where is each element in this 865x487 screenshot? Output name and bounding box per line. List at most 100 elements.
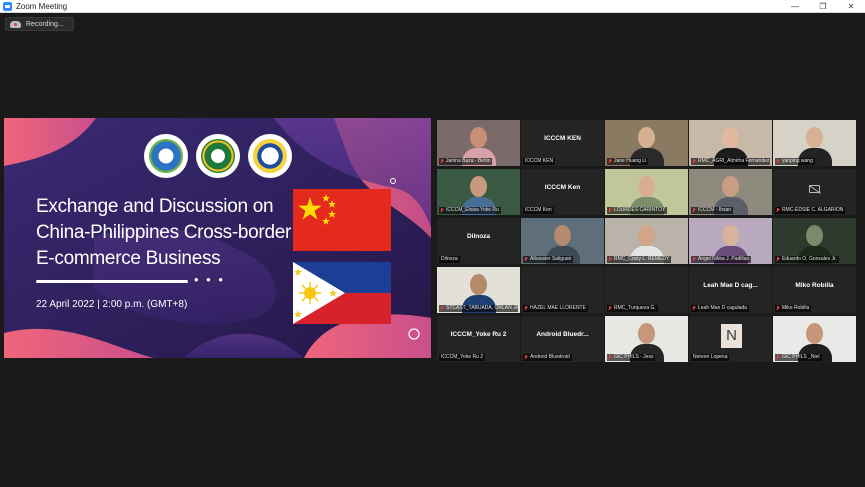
minimize-button[interactable]: —: [781, 0, 809, 13]
participant-face: [722, 225, 739, 246]
participant-name: Eduardo O. Gonzales Jr.: [775, 256, 839, 263]
participant-name: Angel Nikka J. Padillas: [691, 256, 751, 263]
window-title: Zoom Meeting: [16, 1, 68, 11]
participant-tile[interactable]: RMC_Cristy L. REMEDY: [605, 218, 688, 264]
participant-face: [638, 176, 655, 197]
participant-tile[interactable]: RMC_AGRI_Almirha Fernandez: [689, 120, 772, 166]
participant-tile[interactable]: Leah Mae D cag... Leah Mae D cagulada: [689, 267, 772, 313]
participant-face: [470, 176, 487, 197]
participant-tile[interactable]: ICCCM KEN ICCCM KEN: [521, 120, 604, 166]
participant-face: [638, 225, 655, 246]
participant-display-name: ICCCM_Yoke Ru 2: [450, 331, 507, 338]
muted-mic-icon: [776, 306, 780, 311]
participant-name: yanping wang: [775, 158, 815, 165]
muted-mic-icon: [692, 208, 696, 213]
muted-mic-icon: [524, 355, 528, 360]
organization-logo-3: [248, 134, 292, 178]
participant-face: [470, 127, 487, 148]
participant-name: Albassier Saliguan: [523, 256, 574, 263]
participant-name: Dilnoza: [439, 256, 460, 263]
muted-mic-icon: [440, 306, 444, 311]
participant-avatar: N: [721, 324, 742, 348]
muted-mic-icon: [776, 159, 780, 164]
participant-name: HAZEL MAE LLORENTE: [523, 305, 588, 312]
muted-mic-icon: [692, 306, 696, 311]
muted-mic-icon: [692, 257, 696, 262]
participant-display-name: Leah Mae D cag...: [703, 282, 758, 289]
participant-display-name: ICCCM Ken: [544, 184, 581, 191]
participant-tile[interactable]: HAZEL MAE LLORENTE: [521, 267, 604, 313]
slide-title-line-3: E-commerce Business: [36, 248, 221, 269]
organization-logos: [144, 134, 292, 178]
participant-face: [806, 323, 823, 344]
participant-name: ICCCM - Ihsan: [691, 207, 734, 214]
china-flag-icon: [293, 189, 391, 251]
muted-mic-icon: [776, 355, 780, 360]
organization-logo-1: [144, 134, 188, 178]
title-bar: Zoom Meeting — ❐ ✕: [0, 0, 865, 13]
maximize-button[interactable]: ❐: [809, 0, 837, 13]
participant-tile[interactable]: Eduardo O. Gonzales Jr.: [773, 218, 856, 264]
participant-face: [722, 127, 739, 148]
participant-tile[interactable]: Dilnoza Dilnoza: [437, 218, 520, 264]
camera-off-icon: [809, 185, 820, 193]
participant-tile[interactable]: N Noreen Lopena: [689, 316, 772, 362]
participant-tile[interactable]: ICCCM_Eloisa Yoke Ru: [437, 169, 520, 215]
participant-tile[interactable]: STCAST_TABUADA, ORLAN JR: [437, 267, 520, 313]
participant-name: Janina Baza - Betlin: [439, 158, 493, 165]
participant-tile[interactable]: Android Bluedr... Android Bluedroid: [521, 316, 604, 362]
participant-face: [722, 176, 739, 197]
muted-mic-icon: [608, 208, 612, 213]
window-controls: — ❐ ✕: [781, 0, 865, 13]
participant-tile[interactable]: Miko Robilla Miko Robilla: [773, 267, 856, 313]
participant-name: LOURDES CARINTOY: [607, 207, 668, 214]
zoom-logo-icon: [3, 1, 12, 11]
participant-tile[interactable]: LOURDES CARINTOY: [605, 169, 688, 215]
participant-name: STCAST_TABUADA, ORLAN JR: [439, 305, 518, 312]
participant-tile[interactable]: ICCCM_Yoke Ru 2 ICCCM_Yoke Ru 2: [437, 316, 520, 362]
participant-face: [806, 225, 823, 246]
participant-name: ICCCM Ken: [523, 207, 554, 214]
muted-mic-icon: [692, 159, 696, 164]
recording-indicator[interactable]: Recording...: [5, 17, 74, 31]
slide-title-line-1: Exchange and Discussion on: [36, 196, 274, 217]
participant-tile[interactable]: ICCCM - Ihsan: [689, 169, 772, 215]
muted-mic-icon: [608, 355, 612, 360]
participant-name: RMC_Cristy L. REMEDY: [607, 256, 672, 263]
participant-tile[interactable]: RMC_Turqueza G.: [605, 267, 688, 313]
participant-name: RMC_Turqueza G.: [607, 305, 658, 312]
participant-name: ICCCM_Eloisa Yoke Ru: [439, 207, 501, 214]
participant-tile[interactable]: RMC-EDSIE C. ALGARION: [773, 169, 856, 215]
participant-display-name: Android Bluedr...: [536, 331, 589, 338]
slide-title-line-2: China-Philippines Cross-border: [36, 222, 292, 243]
participant-tile[interactable]: yanping wang: [773, 120, 856, 166]
participant-face: [554, 225, 571, 246]
recording-label: Recording...: [26, 20, 64, 28]
close-button[interactable]: ✕: [837, 0, 865, 13]
organization-logo-2: [196, 134, 240, 178]
participant-tile[interactable]: Angel Nikka J. Padillas: [689, 218, 772, 264]
shared-screen: Exchange and Discussion on China-Philipp…: [4, 118, 431, 358]
muted-mic-icon: [776, 208, 780, 213]
participant-name: GIC PHILS _Niel: [775, 354, 822, 361]
participant-tile[interactable]: GIC PHILS - Jess: [605, 316, 688, 362]
participant-tile[interactable]: Jane Huang Li: [605, 120, 688, 166]
participant-tile[interactable]: Albassier Saliguan: [521, 218, 604, 264]
participant-tile[interactable]: Janina Baza - Betlin: [437, 120, 520, 166]
participant-face: [638, 323, 655, 344]
participant-name: RMC_AGRI_Almirha Fernandez: [691, 158, 770, 165]
participant-name: RMC-EDSIE C. ALGARION: [775, 207, 846, 214]
participant-face: [638, 127, 655, 148]
muted-mic-icon: [524, 306, 528, 311]
participant-name: ICCCM KEN: [523, 158, 556, 165]
muted-mic-icon: [776, 257, 780, 262]
slide-date: 22 April 2022 | 2:00 p.m. (GMT+8): [36, 299, 188, 310]
participant-name: Jane Huang Li: [607, 158, 649, 165]
participant-display-name: ICCCM KEN: [544, 135, 581, 142]
participant-tile[interactable]: GIC PHILS _Niel: [773, 316, 856, 362]
participant-tile[interactable]: ICCCM Ken ICCCM Ken: [521, 169, 604, 215]
participant-name: Noreen Lopena: [691, 354, 730, 361]
muted-mic-icon: [608, 257, 612, 262]
participant-name: Miko Robilla: [775, 305, 812, 312]
participant-face: [806, 127, 823, 148]
